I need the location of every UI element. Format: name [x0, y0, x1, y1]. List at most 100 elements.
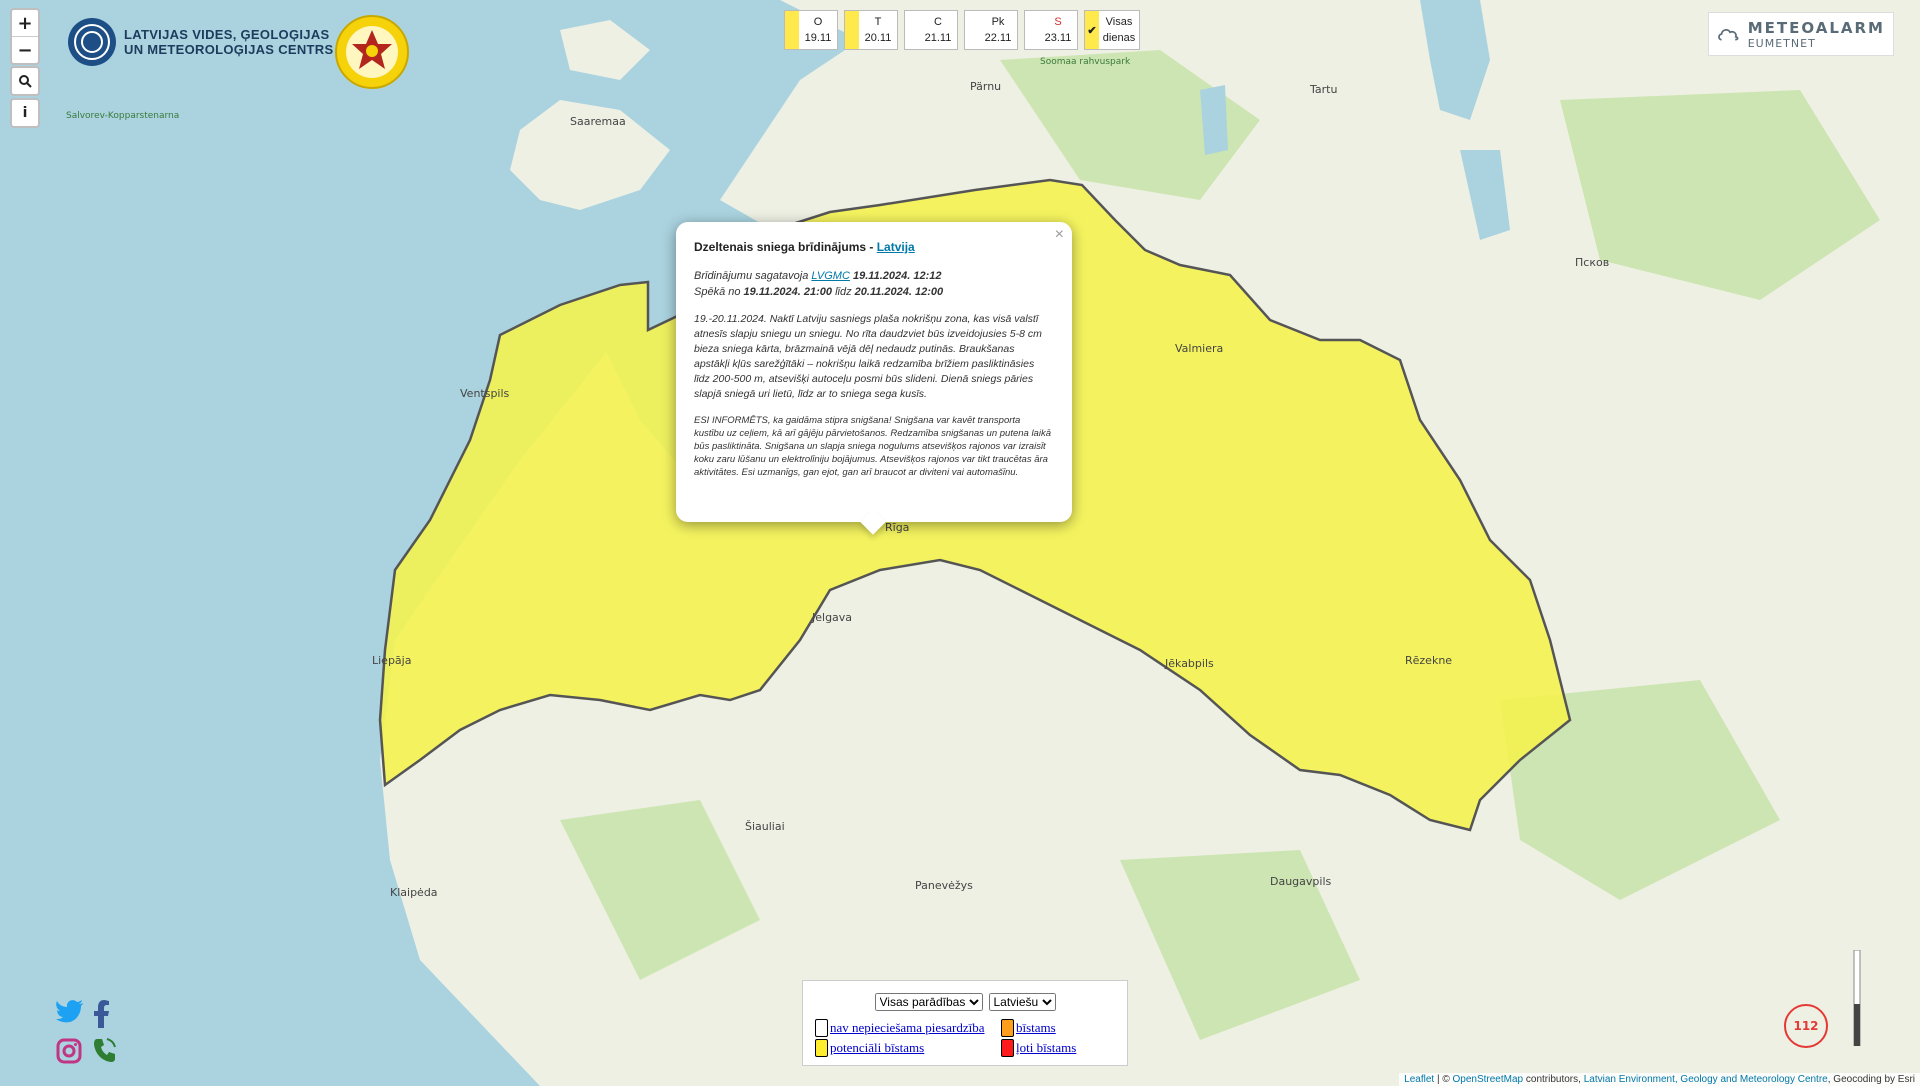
- attr-end: , Geocoding by Esri: [1827, 1074, 1915, 1085]
- lvgmc-emblem-icon: [68, 18, 116, 66]
- day-date: 20.11: [864, 32, 892, 44]
- label-saaremaa: Saaremaa: [570, 115, 626, 128]
- valid-until-label: līdz: [832, 286, 855, 298]
- search-control: [10, 66, 40, 96]
- zoom-in-button[interactable]: +: [12, 10, 38, 36]
- valid-from-label: Spēkā no: [694, 286, 744, 298]
- osm-link[interactable]: OpenStreetMap: [1453, 1074, 1524, 1085]
- leaflet-link[interactable]: Leaflet: [1404, 1074, 1434, 1085]
- legend-label: bīstams: [1016, 1020, 1056, 1035]
- label-jelgava: Jelgava: [811, 611, 852, 624]
- legend-panel: Visas parādības Latviešu nav nepieciešam…: [802, 980, 1128, 1066]
- day-button-3[interactable]: Pk 22.11: [964, 10, 1018, 50]
- label-riga: Rīga: [885, 521, 909, 534]
- label-jekabpils: Jēkabpils: [1164, 657, 1214, 670]
- day-button-1[interactable]: T 20.11: [844, 10, 898, 50]
- label-liepaja: Liepāja: [372, 654, 411, 667]
- check-icon: ✔: [1085, 11, 1099, 49]
- label-pskov: Псков: [1575, 256, 1609, 269]
- legend-label: potenciāli bīstams: [830, 1040, 925, 1055]
- day-date: 23.11: [1044, 32, 1072, 44]
- label-rezekne: Rēzekne: [1405, 654, 1452, 667]
- day-date: 22.11: [984, 32, 1012, 44]
- lvgmc-link[interactable]: LVGMC: [811, 270, 850, 282]
- info-button[interactable]: i: [12, 100, 38, 126]
- day-date: 21.11: [924, 32, 952, 44]
- day-button-0[interactable]: O 19.11: [784, 10, 838, 50]
- twitter-icon[interactable]: [56, 1000, 84, 1024]
- day-selector: O 19.11 T 20.11 C 21.11 Pk 22.11 S 23.11 ✔ Vi…: [784, 10, 1140, 50]
- legend-swatch: [1001, 1039, 1014, 1057]
- day-swatch: [965, 11, 979, 49]
- popup-close-button[interactable]: ×: [1055, 226, 1064, 244]
- issued-by-label: Brīdinājumu sagatavoja: [694, 270, 812, 282]
- lvgmc-logo-text: LATVIJAS VIDES, ĢEOLOĢIJAS UN METEOROLOĢ…: [124, 27, 333, 57]
- logo-line1: LATVIJAS VIDES, ĢEOLOĢIJAS: [124, 27, 330, 42]
- popup-description: 19.-20.11.2024. Naktī Latviju sasniegs p…: [694, 313, 1042, 400]
- day-swatch: [785, 11, 799, 49]
- label-tartu: Tartu: [1309, 83, 1337, 96]
- day-swatch: [1025, 11, 1039, 49]
- day-swatch: [905, 11, 919, 49]
- day-letter: S: [1054, 16, 1062, 28]
- popup-advice: ESI INFORMĒTS, ka gaidāma stipra snigšan…: [694, 415, 1051, 478]
- legend-item-potentially-dangerous[interactable]: potenciāli bīstams: [815, 1039, 1001, 1057]
- meteoalarm-sub: EUMETNET: [1747, 36, 1816, 50]
- phenomenon-select[interactable]: Visas parādības: [874, 993, 983, 1011]
- all-days-label2: dienas: [1102, 32, 1136, 44]
- warning-popup: × Dzeltenais sniega brīdinājums - Latvij…: [676, 222, 1072, 535]
- cloud-icon: [1718, 29, 1739, 41]
- info-control: i: [10, 98, 40, 128]
- label-parnu: Pärnu: [970, 80, 1001, 93]
- legend-swatch: [1001, 1019, 1014, 1037]
- legend-item-dangerous[interactable]: bīstams: [1001, 1019, 1121, 1037]
- scale-gauge: [1853, 950, 1861, 1046]
- legend-label: nav nepieciešama piesardzība: [830, 1020, 985, 1035]
- zoom-out-button[interactable]: −: [12, 36, 38, 63]
- label-klaipeda: Klaipėda: [390, 886, 438, 899]
- facebook-icon[interactable]: [94, 1000, 110, 1028]
- instagram-icon[interactable]: [56, 1038, 82, 1064]
- lvgmc-attr-link[interactable]: Latvian Environment, Geology and Meteoro…: [1584, 1074, 1828, 1085]
- day-letter: O: [813, 16, 823, 28]
- all-days-toggle[interactable]: ✔ Visas dienas: [1084, 10, 1140, 50]
- issued-time: 19.11.2024. 12:12: [849, 270, 942, 282]
- day-letter: T: [874, 16, 882, 28]
- popup-region-link[interactable]: Latvija: [877, 240, 915, 254]
- emergency-112-button[interactable]: 112: [1784, 1004, 1828, 1048]
- day-button-2[interactable]: C 21.11: [904, 10, 958, 50]
- day-swatch: [845, 11, 859, 49]
- valid-from: 19.11.2024. 21:00: [743, 286, 833, 298]
- meteoalarm-name: METEOALARM: [1747, 18, 1885, 37]
- map-attribution: Leaflet | © OpenStreetMap contributors, …: [1399, 1073, 1920, 1086]
- legend-item-very-dangerous[interactable]: ļoti bīstams: [1001, 1039, 1121, 1057]
- popup-title-text: Dzeltenais sniega brīdinājums -: [694, 240, 877, 254]
- attr-sep: | ©: [1434, 1074, 1453, 1085]
- label-salvorev: Salvorev-Kopparstenarna: [66, 111, 179, 121]
- legend-swatch: [815, 1039, 828, 1057]
- day-letter: Pk: [991, 16, 1005, 28]
- phone-icon[interactable]: [92, 1036, 118, 1064]
- attr-mid: contributors,: [1523, 1074, 1584, 1085]
- language-select[interactable]: Latviešu: [988, 993, 1056, 1011]
- lake-vortsjarv: [1200, 85, 1228, 155]
- legend-swatch: [815, 1019, 828, 1037]
- map-canvas[interactable]: Saaremaa Pärnu Tartu Valmiera Ventspils …: [0, 0, 1920, 1086]
- legend-label: ļoti bīstams: [1016, 1040, 1077, 1055]
- search-icon: [19, 75, 32, 88]
- popup-meta: Brīdinājumu sagatavoja LVGMC 19.11.2024.…: [694, 268, 1052, 300]
- lvgmc-logo: LATVIJAS VIDES, ĢEOLOĢIJAS UN METEOROLOĢ…: [66, 16, 333, 68]
- label-valmiera: Valmiera: [1175, 342, 1223, 355]
- label-ventspils: Ventspils: [460, 387, 510, 400]
- label-daugavpils: Daugavpils: [1270, 875, 1332, 888]
- day-button-4[interactable]: S 23.11: [1024, 10, 1078, 50]
- meteoalarm-logo[interactable]: METEOALARM EUMETNET: [1708, 12, 1894, 56]
- legend-item-no-caution[interactable]: nav nepieciešama piesardzība: [815, 1019, 1001, 1037]
- all-days-label1: Visas: [1105, 16, 1133, 28]
- label-panevezys: Panevėžys: [915, 879, 973, 892]
- zoom-control: + −: [10, 8, 40, 65]
- social-links: [56, 1000, 116, 1066]
- search-button[interactable]: [12, 68, 38, 94]
- label-soomaa: Soomaa rahvuspark: [1040, 57, 1131, 67]
- popup-title: Dzeltenais sniega brīdinājums - Latvija: [694, 240, 1052, 254]
